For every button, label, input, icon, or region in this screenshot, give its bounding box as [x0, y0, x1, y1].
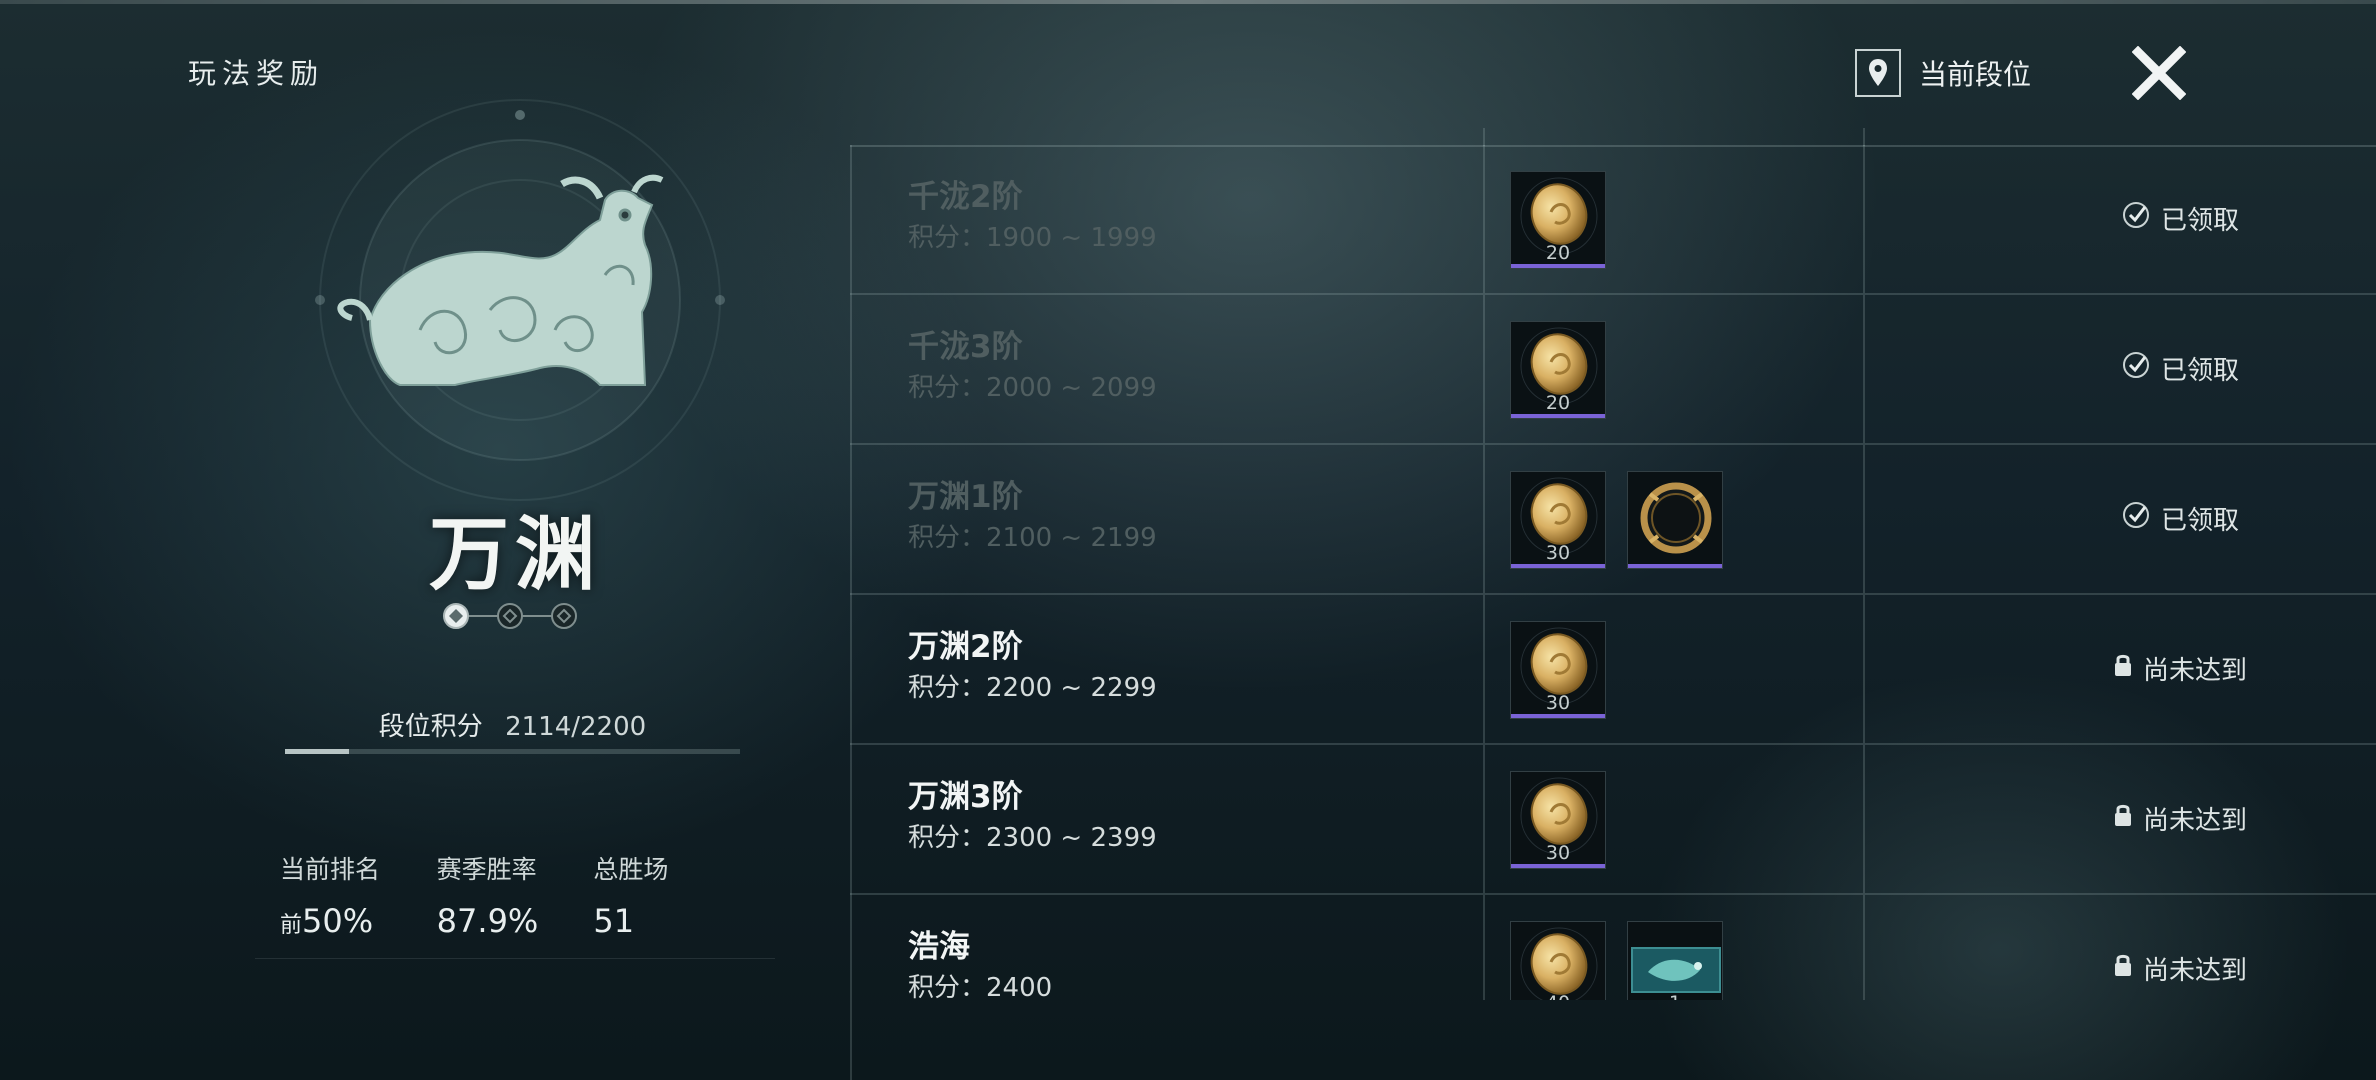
claimed-status: 已领取	[2050, 200, 2310, 237]
rank-progress-fill	[285, 749, 349, 754]
stat-total-wins: 总胜场 51	[593, 850, 750, 940]
reward-quantity: 40	[1511, 992, 1605, 1000]
tier-name: 千泷2阶	[908, 179, 1023, 215]
locked-status: 尚未达到	[2050, 800, 2310, 837]
column-divider	[1483, 895, 1485, 1000]
stat-label: 当前排名	[280, 855, 381, 884]
rarity-bar	[1511, 264, 1605, 268]
column-divider	[1863, 128, 1865, 146]
tier-score-range: 积分：2000 ~ 2099	[908, 373, 1157, 403]
reward-quantity: 1	[1628, 992, 1722, 1000]
tier-name: 万渊1阶	[908, 479, 1023, 515]
status-text: 尚未达到	[2142, 956, 2247, 986]
location-pin-icon	[1855, 49, 1901, 97]
tier-score-range: 积分：2200 ~ 2299	[908, 673, 1157, 703]
stat-current-rank: 当前排名 前50%	[280, 850, 437, 940]
rank-score-value: 2114/2200	[505, 712, 647, 742]
rank-name: 万渊	[429, 507, 601, 601]
reward-quantity: 20	[1545, 392, 1571, 414]
claimed-status: 已领取	[2050, 350, 2310, 387]
column-divider	[1863, 445, 1865, 593]
column-divider	[1483, 128, 1485, 146]
stat-label: 赛季胜率	[436, 855, 537, 884]
reward-item[interactable]: 30	[1510, 771, 1606, 869]
reward-item[interactable]: 20	[1510, 171, 1606, 269]
rarity-bar	[1511, 564, 1605, 568]
reward-item[interactable]: 20	[1510, 321, 1606, 419]
tier-pips	[440, 601, 580, 631]
column-divider	[1483, 145, 1485, 293]
table-top-border	[850, 145, 2376, 147]
column-divider	[1863, 295, 1865, 443]
checkmark-icon	[2121, 500, 2151, 537]
column-divider	[1863, 145, 1865, 293]
column-divider	[1483, 745, 1485, 893]
lock-icon	[2113, 652, 2133, 685]
tier-score-range: 积分：1900 ~ 1999	[908, 223, 1157, 253]
rarity-bar	[1511, 414, 1605, 418]
reward-quantity: 20	[1545, 242, 1571, 264]
current-rank-label: 当前段位	[1919, 58, 2032, 91]
lock-icon	[2113, 952, 2133, 985]
stats-divider	[255, 958, 775, 959]
column-divider	[1483, 595, 1485, 743]
checkmark-icon	[2121, 350, 2151, 387]
column-divider	[1863, 745, 1865, 893]
status-text: 尚未达到	[2142, 656, 2247, 686]
reward-item[interactable]: 40	[1510, 921, 1606, 1000]
close-button[interactable]	[2131, 45, 2187, 101]
stat-value: 51	[593, 902, 635, 940]
claimed-status: 已领取	[2050, 500, 2310, 537]
column-divider	[1863, 895, 1865, 1000]
locked-status: 尚未达到	[2050, 650, 2310, 687]
tier-score-range: 积分：2300 ~ 2399	[908, 823, 1157, 853]
tier-score-range: 积分：2400	[908, 973, 1053, 1000]
rank-score: 段位积分 2114/2200	[285, 706, 740, 743]
tier-score-range: 积分：2100 ~ 2199	[908, 523, 1157, 553]
checkmark-icon	[2121, 200, 2151, 237]
tier-row: 万渊3阶积分：2300 ~ 2399 30 尚未达到	[850, 745, 2376, 895]
reward-quantity: 30	[1545, 692, 1571, 714]
tier-name: 千泷3阶	[908, 329, 1023, 365]
current-rank-button[interactable]: 当前段位	[1855, 48, 2031, 98]
rank-progress-bar	[285, 749, 740, 754]
rarity-bar	[1628, 564, 1722, 568]
stat-value: 前50%	[280, 902, 374, 940]
tier-row: 万渊1阶积分：2100 ~ 2199 30 已领取	[850, 445, 2376, 595]
tier-name: 万渊3阶	[908, 779, 1023, 815]
rank-score-label: 段位积分	[378, 712, 483, 742]
tier-row: 千泷3阶积分：2000 ~ 2099 20 已领取	[850, 295, 2376, 445]
column-divider	[1483, 295, 1485, 443]
locked-status: 尚未达到	[2050, 950, 2310, 987]
close-icon	[2131, 45, 2187, 101]
tier-reward-table[interactable]: 千泷2阶 积分：1900 ~ 1999 20 已领取 千泷3阶 积分：2000 ~ 209…	[850, 145, 2376, 1000]
status-text: 已领取	[2160, 206, 2239, 236]
reward-item[interactable]: 30	[1510, 471, 1606, 569]
column-divider	[1863, 595, 1865, 743]
tier-name: 万渊2阶	[908, 629, 1023, 665]
tier-row: 千泷2阶积分：1900 ~ 1999 20 已领取	[850, 145, 2376, 295]
stat-win-rate: 赛季胜率 87.9%	[437, 850, 594, 940]
status-text: 已领取	[2160, 506, 2239, 536]
reward-quantity: 30	[1545, 542, 1571, 564]
season-stats: 当前排名 前50% 赛季胜率 87.9% 总胜场 51	[280, 850, 750, 940]
reward-item[interactable]: 1	[1627, 921, 1723, 1000]
tier-name: 浩海	[908, 929, 970, 965]
tier-row: 万渊2阶积分：2200 ~ 2299 30 尚未达到	[850, 595, 2376, 745]
status-text: 已领取	[2160, 356, 2239, 386]
rank-emblem	[300, 80, 740, 520]
stat-label: 总胜场	[593, 855, 669, 884]
column-divider	[1483, 445, 1485, 593]
reward-item[interactable]	[1627, 471, 1723, 569]
reward-quantity: 30	[1545, 842, 1571, 864]
rarity-bar	[1511, 714, 1605, 718]
lock-icon	[2113, 802, 2133, 835]
rarity-bar	[1511, 864, 1605, 868]
status-text: 尚未达到	[2142, 806, 2247, 836]
reward-item[interactable]: 30	[1510, 621, 1606, 719]
tier-row: 浩海积分：2400 40 1 尚未达到	[850, 895, 2376, 1000]
top-border	[0, 0, 2376, 4]
stat-value: 87.9%	[436, 902, 539, 940]
